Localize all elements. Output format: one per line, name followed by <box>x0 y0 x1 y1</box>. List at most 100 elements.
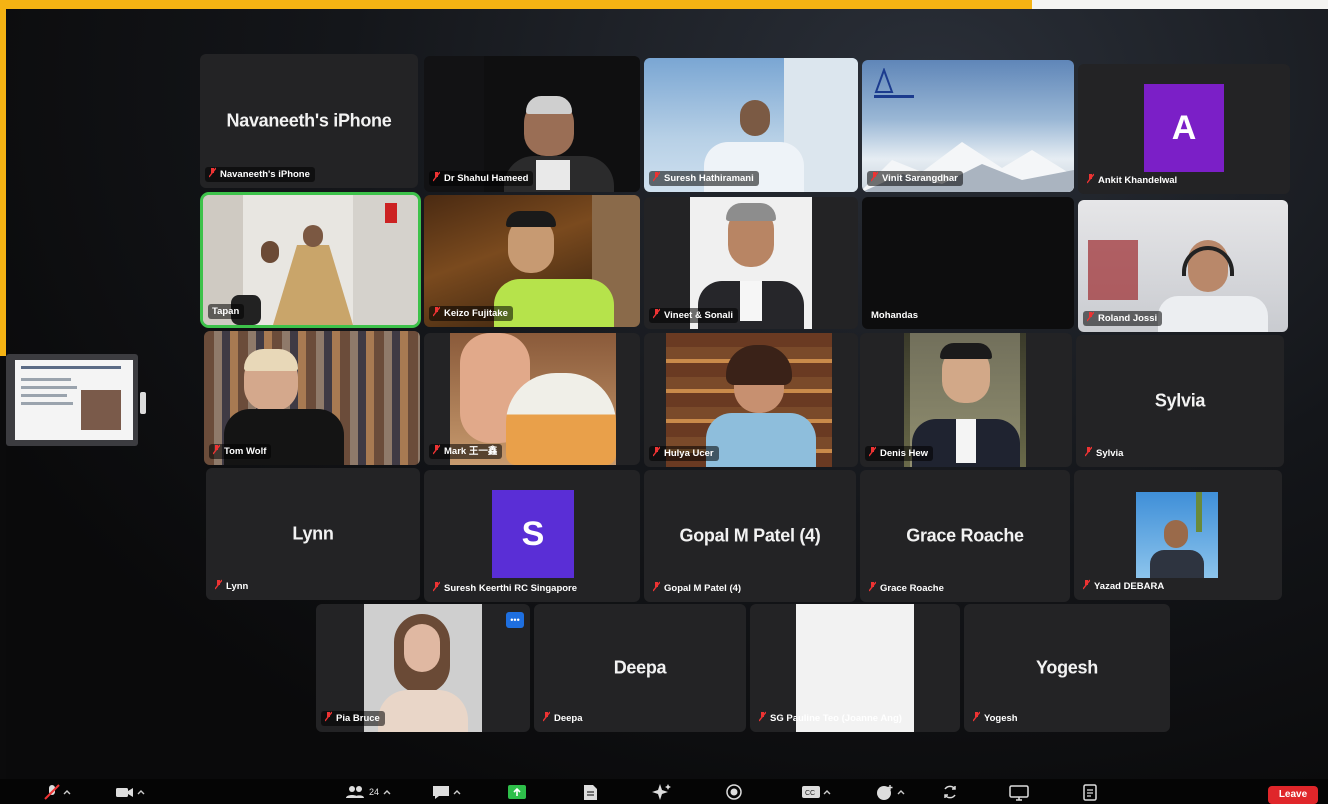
participant-tile-shahul[interactable]: Dr Shahul Hameed <box>424 56 640 192</box>
participant-label: Denis Hew <box>865 446 934 461</box>
participant-tile-roland[interactable]: Roland Jossi <box>1078 200 1288 332</box>
ai-companion-button[interactable] <box>650 783 672 801</box>
muted-mic-icon <box>325 711 332 722</box>
muted-mic-icon <box>653 446 660 457</box>
participant-label: Gopal M Patel (4) <box>649 581 746 596</box>
accent-bar-top <box>0 0 1032 9</box>
participant-label: Navaneeth's iPhone <box>205 167 315 182</box>
whiteboard-button[interactable] <box>1008 783 1030 801</box>
participant-tile-yazad[interactable]: Yazad DEBARA <box>1074 470 1282 600</box>
muted-mic-icon <box>213 444 220 455</box>
participant-tile-deepa[interactable]: Deepa Deepa <box>534 604 746 732</box>
participant-tile-sylvia[interactable]: Sylvia Sylvia <box>1076 335 1284 467</box>
participant-name-display: Grace Roache <box>906 525 1024 546</box>
participant-label: Sylvia <box>1081 446 1128 461</box>
avatar-initial: A <box>1144 84 1224 172</box>
participants-count: 24 <box>369 787 380 797</box>
clipboard-icon <box>1083 784 1097 801</box>
participant-tile-suresh-hathiramani[interactable]: Suresh Hathiramani <box>644 58 858 192</box>
participant-label: Ankit Khandelwal <box>1083 173 1182 188</box>
shared-screen-thumbnail[interactable] <box>6 354 138 446</box>
participant-name-display: Navaneeth's iPhone <box>226 110 392 131</box>
chevron-up-icon <box>137 790 145 795</box>
participant-label: Mark 王一鑫 <box>429 444 503 459</box>
share-screen-button[interactable] <box>506 783 528 801</box>
participant-label: SG Pauline Teo (Joanne Ang) <box>755 711 907 726</box>
participant-tile-ankit[interactable]: A Ankit Khandelwal <box>1078 64 1290 194</box>
reactions-button[interactable] <box>874 783 906 801</box>
participants-icon <box>346 786 364 798</box>
participant-label: Vinit Sarangdhar <box>867 171 963 186</box>
participant-name-display: Lynn <box>292 523 334 544</box>
share-screen-icon <box>508 785 526 799</box>
record-button[interactable] <box>724 783 744 801</box>
sparkle-icon <box>652 784 671 800</box>
muted-mic-icon <box>653 581 660 592</box>
participant-tile-yogesh[interactable]: Yogesh Yogesh <box>964 604 1170 732</box>
participant-tile-pauline[interactable]: SG Pauline Teo (Joanne Ang) <box>750 604 960 732</box>
participant-label: Vineet & Sonali <box>649 308 738 323</box>
participant-tile-pia[interactable]: ••• Pia Bruce <box>316 604 530 732</box>
chevron-up-icon <box>383 790 391 795</box>
video-button[interactable] <box>114 783 146 801</box>
participant-tile-vineet[interactable]: Vineet & Sonali <box>644 197 858 329</box>
participant-label: Lynn <box>211 579 253 594</box>
participant-label: Suresh Hathiramani <box>649 171 759 186</box>
record-icon <box>726 784 742 800</box>
participant-tile-denis[interactable]: Denis Hew <box>860 333 1072 467</box>
more-options-button[interactable]: ••• <box>506 612 524 628</box>
accent-strip-white <box>1032 0 1328 9</box>
participants-button[interactable]: 24 <box>344 783 392 801</box>
muted-mic-icon <box>653 308 660 319</box>
chevron-up-icon <box>823 790 831 795</box>
thumbnail-drag-handle[interactable] <box>140 392 146 414</box>
document-icon <box>584 785 597 800</box>
participant-tile-tapan[interactable]: Tapan <box>200 192 421 328</box>
participant-tile-hulya[interactable]: Hulya Ucer <box>644 333 858 467</box>
participant-tile-lynn[interactable]: Lynn Lynn <box>206 468 420 600</box>
apps-button[interactable] <box>940 783 960 801</box>
svg-text:CC: CC <box>805 790 815 797</box>
participant-name-display: Sylvia <box>1154 390 1206 411</box>
muted-mic-icon <box>653 171 660 182</box>
participant-label: Mohandas <box>871 310 918 321</box>
notes-button[interactable] <box>580 783 600 801</box>
participant-label: Deepa <box>539 711 588 726</box>
participant-label: Tom Wolf <box>209 444 272 459</box>
participant-name-display: Gopal M Patel (4) <box>679 525 821 546</box>
muted-mic-icon <box>433 444 440 455</box>
muted-mic-icon <box>433 171 440 182</box>
participant-tile-mohandas[interactable]: Mohandas <box>862 197 1074 329</box>
participant-tile-tom[interactable]: Tom Wolf <box>204 331 420 465</box>
participant-label: Hulya Ucer <box>649 446 719 461</box>
video-feed <box>1136 492 1218 578</box>
participant-tile-keizo[interactable]: Keizo Fujitake <box>424 195 640 327</box>
avatar-initial: S <box>492 490 574 578</box>
participant-label: Dr Shahul Hameed <box>429 171 534 186</box>
muted-mic-icon <box>869 446 876 457</box>
muted-mic-icon <box>433 581 440 592</box>
chat-button[interactable] <box>430 783 462 801</box>
more-button[interactable] <box>1080 783 1100 801</box>
participant-label: Yogesh <box>969 711 1023 726</box>
participant-label: Pia Bruce <box>321 711 385 726</box>
muted-mic-icon <box>1087 311 1094 322</box>
participant-tile-suresh-keerthi[interactable]: S Suresh Keerthi RC Singapore <box>424 470 640 602</box>
muted-mic-icon <box>869 581 876 592</box>
participant-tile-gopal[interactable]: Gopal M Patel (4) Gopal M Patel (4) <box>644 470 856 602</box>
muted-mic-icon <box>44 784 60 800</box>
muted-mic-icon <box>1085 446 1092 457</box>
chevron-up-icon <box>63 790 71 795</box>
company-logo <box>874 68 914 98</box>
chat-icon <box>433 786 449 799</box>
leave-button[interactable]: Leave <box>1268 786 1318 804</box>
captions-button[interactable]: CC <box>800 783 832 801</box>
captions-icon: CC <box>802 786 820 798</box>
participant-tile-grace[interactable]: Grace Roache Grace Roache <box>860 470 1070 602</box>
participant-tile-navaneeth[interactable]: Navaneeth's iPhone Navaneeth's iPhone <box>200 54 418 188</box>
mute-button[interactable] <box>42 783 72 801</box>
meeting-toolbar: 24 CC <box>0 779 1328 804</box>
participant-tile-vinit[interactable]: Vinit Sarangdhar <box>862 60 1074 192</box>
participant-tile-mark[interactable]: Mark 王一鑫 <box>424 333 640 465</box>
chevron-up-icon <box>897 790 905 795</box>
